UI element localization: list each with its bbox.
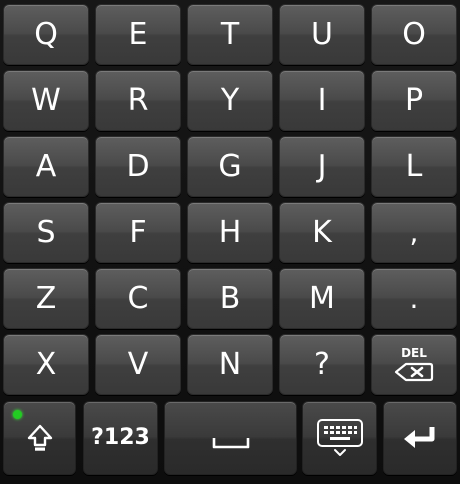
key-i[interactable]: I [279, 70, 365, 131]
key-comma[interactable]: , [371, 202, 457, 263]
key-label: L [405, 148, 423, 184]
space-bar-icon [212, 438, 249, 449]
key-label: Z [35, 280, 57, 316]
key-label: O [402, 16, 426, 52]
key-p[interactable]: P [371, 70, 457, 131]
key-label: K [312, 214, 332, 250]
key-label: T [220, 16, 240, 52]
delete-key-content: DEL [394, 347, 434, 382]
key-label: V [127, 346, 149, 382]
delete-label: DEL [401, 346, 427, 360]
enter-key[interactable] [383, 401, 457, 475]
key-label: G [218, 148, 242, 184]
key-label: E [128, 16, 148, 52]
symbols-key[interactable]: ?123 [83, 401, 158, 475]
key-label: C [127, 280, 149, 316]
key-c[interactable]: C [95, 268, 181, 329]
key-m[interactable]: M [279, 268, 365, 329]
key-a[interactable]: A [3, 136, 89, 197]
key-label: P [404, 82, 424, 118]
key-label: . [409, 281, 419, 315]
key-label: M [309, 280, 335, 316]
keyboard-hide-icon [316, 419, 363, 456]
backspace-icon [394, 362, 434, 382]
key-e[interactable]: E [95, 4, 181, 65]
hide-keyboard-key[interactable] [302, 401, 377, 475]
key-s[interactable]: S [3, 202, 89, 263]
key-label: B [219, 280, 241, 316]
key-label: W [31, 82, 61, 118]
key-z[interactable]: Z [3, 268, 89, 329]
delete-key[interactable]: DEL [371, 334, 457, 395]
key-o[interactable]: O [371, 4, 457, 65]
key-g[interactable]: G [187, 136, 273, 197]
enter-return-icon [404, 427, 435, 448]
key-label: I [317, 82, 327, 118]
key-w[interactable]: W [3, 70, 89, 131]
key-k[interactable]: K [279, 202, 365, 263]
key-label: ? [314, 346, 330, 382]
key-label: X [35, 346, 57, 382]
key-y[interactable]: Y [187, 70, 273, 131]
key-n[interactable]: N [187, 334, 273, 395]
key-v[interactable]: V [95, 334, 181, 395]
key-label: , [409, 215, 419, 249]
key-label: F [129, 214, 147, 250]
key-question[interactable]: ? [279, 334, 365, 395]
key-label: H [218, 214, 242, 250]
key-u[interactable]: U [279, 4, 365, 65]
key-label: N [218, 346, 242, 382]
key-f[interactable]: F [95, 202, 181, 263]
key-label: Y [220, 82, 240, 118]
key-q[interactable]: Q [3, 4, 89, 65]
key-l[interactable]: L [371, 136, 457, 197]
key-label: Q [34, 16, 58, 52]
key-period[interactable]: . [371, 268, 457, 329]
key-label: U [311, 16, 333, 52]
key-label: S [36, 214, 56, 250]
key-d[interactable]: D [95, 136, 181, 197]
key-b[interactable]: B [187, 268, 273, 329]
key-h[interactable]: H [187, 202, 273, 263]
key-label: A [35, 148, 57, 184]
key-j[interactable]: J [279, 136, 365, 197]
key-label: D [126, 148, 150, 184]
space-key[interactable] [164, 401, 297, 475]
symbols-label: ?123 [91, 425, 150, 450]
shift-key[interactable] [3, 401, 76, 475]
shift-arrow-icon [27, 424, 52, 451]
soft-keyboard: Q E T U O W R Y I P A D G J L S F H K , … [0, 0, 460, 484]
key-t[interactable]: T [187, 4, 273, 65]
key-label: R [127, 82, 149, 118]
key-label: J [317, 148, 327, 184]
shift-indicator-light [13, 410, 22, 419]
key-x[interactable]: X [3, 334, 89, 395]
key-r[interactable]: R [95, 70, 181, 131]
